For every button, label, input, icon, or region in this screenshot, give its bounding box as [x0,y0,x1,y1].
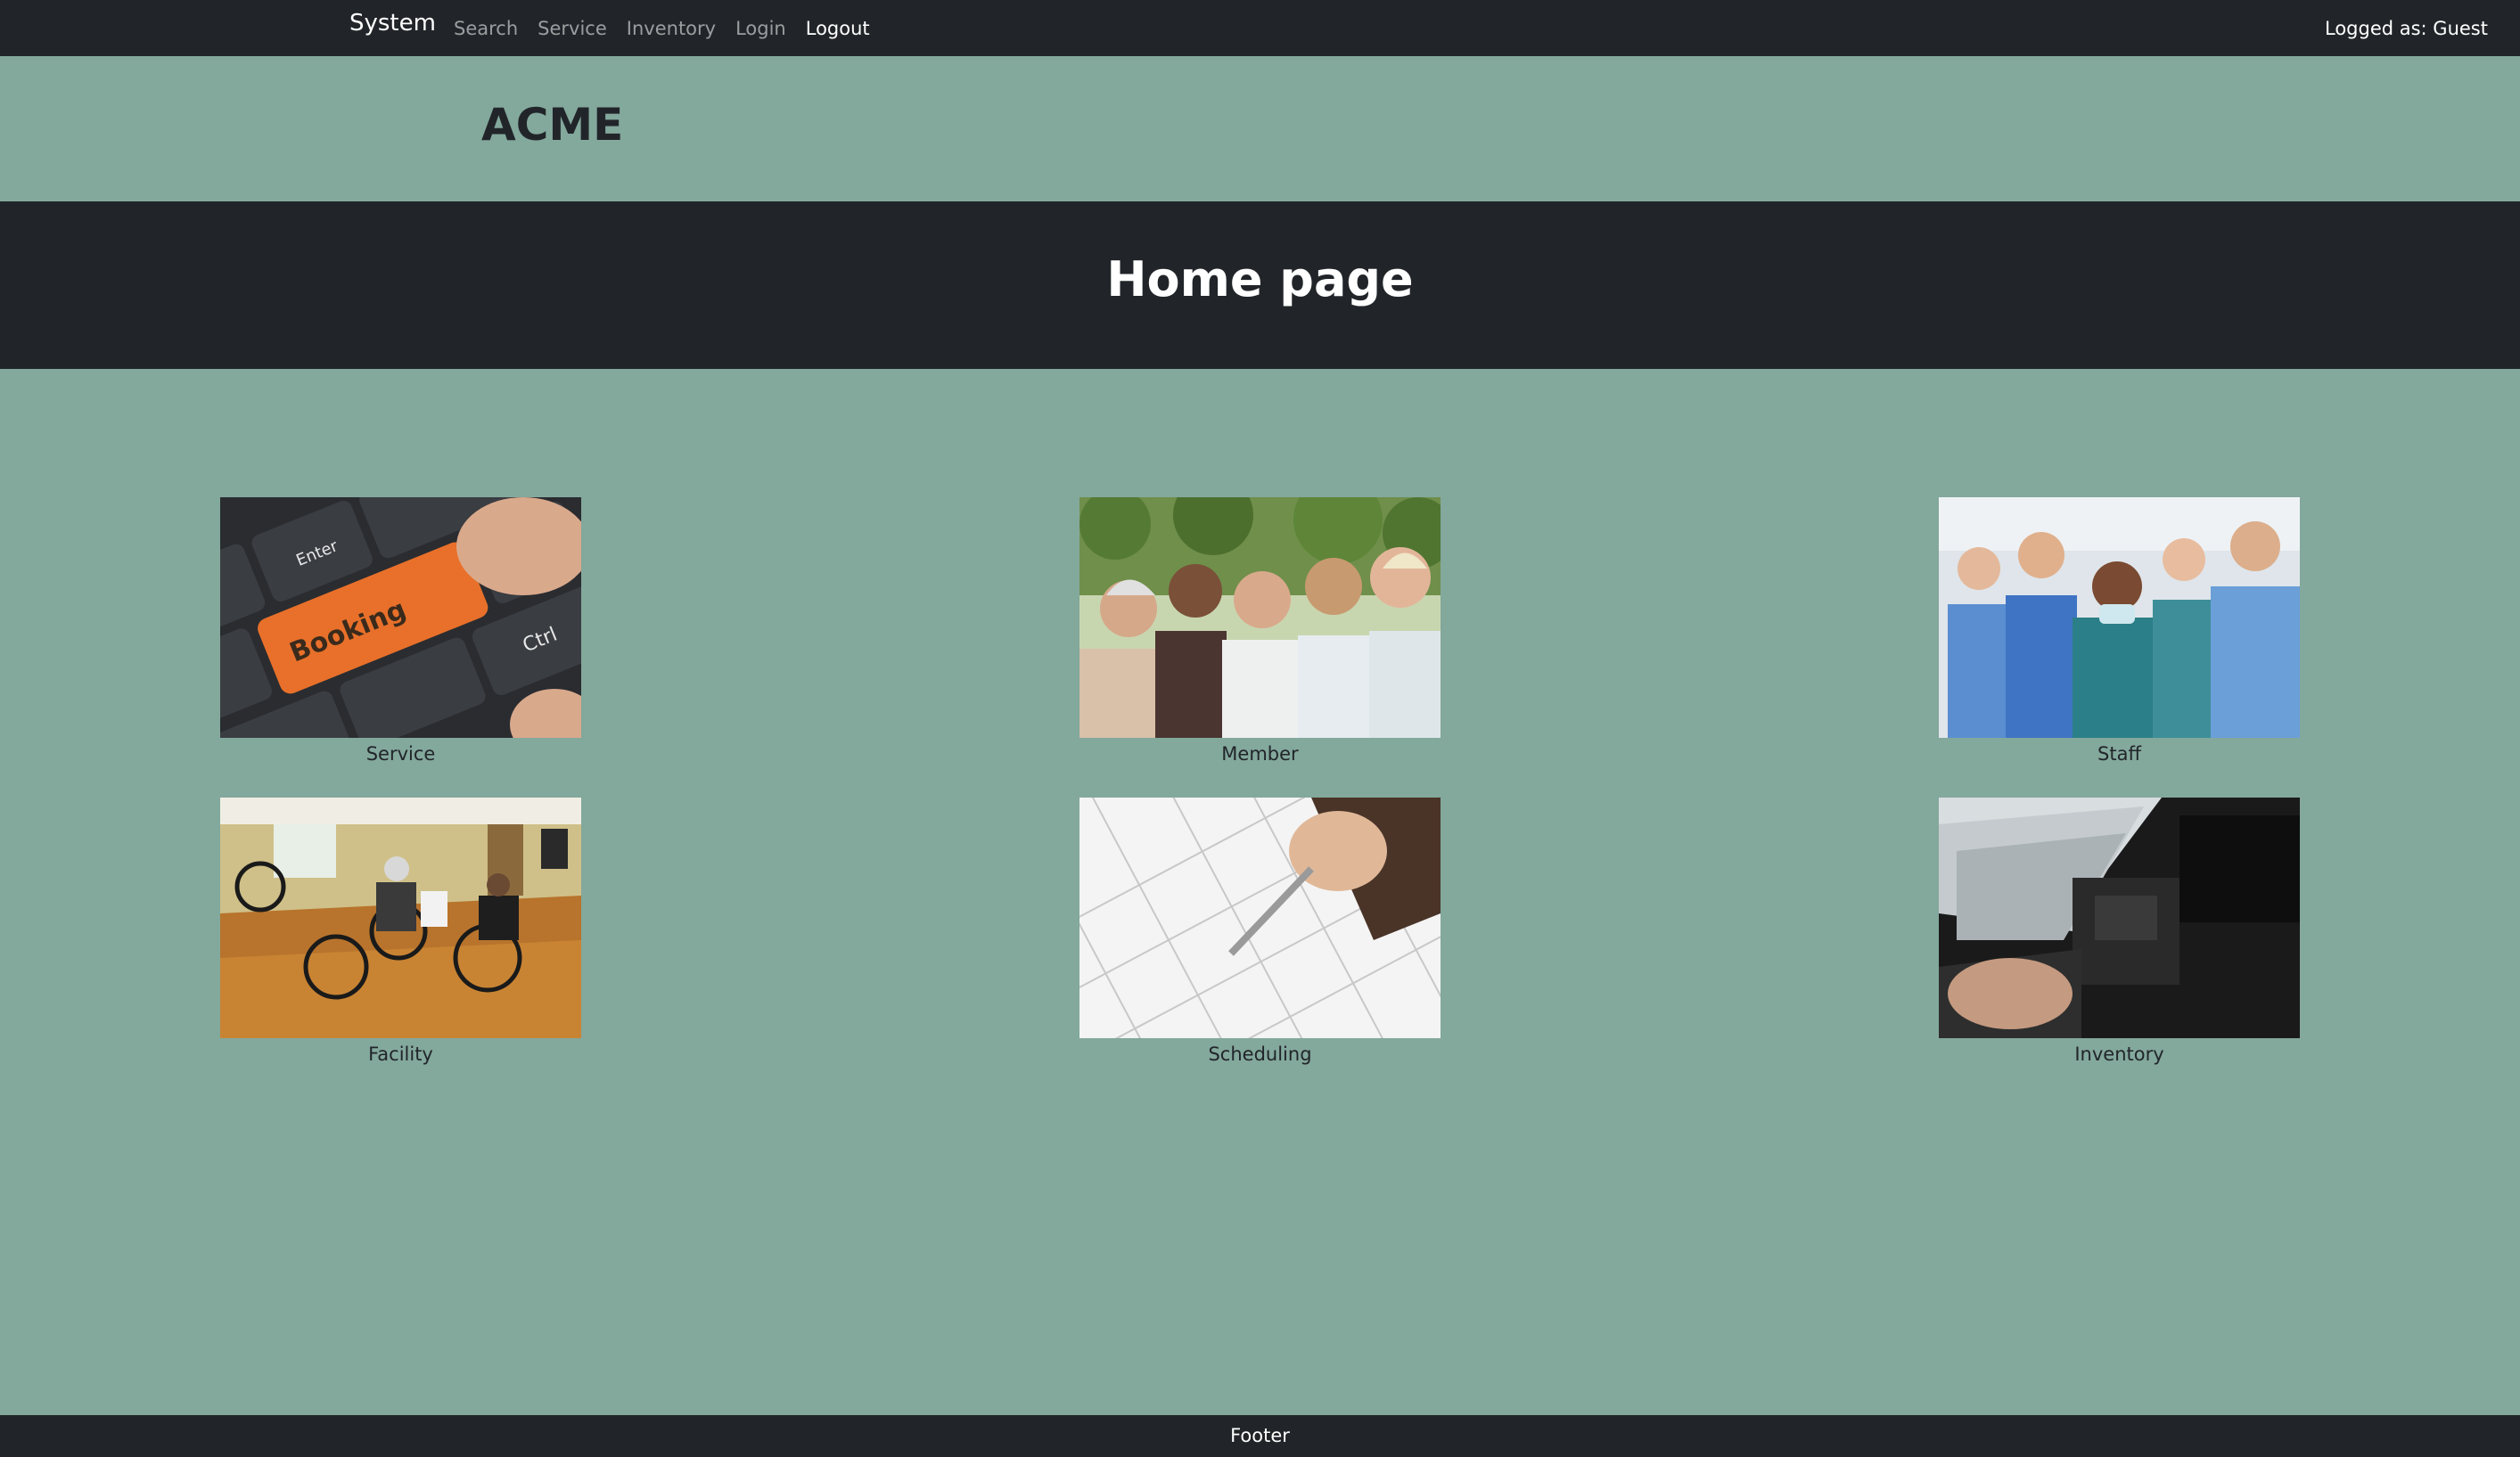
site-header: ACME [0,56,2520,201]
nav-link-inventory[interactable]: Inventory [627,18,716,39]
tile-member[interactable]: Member [1079,497,1441,766]
tile-caption-member[interactable]: Member [1079,741,1441,766]
nav-link-login[interactable]: Login [735,18,786,39]
page-title: Home page [1106,251,1414,307]
medical-staff-photo [1939,497,2300,738]
site-name: ACME [481,99,624,151]
calendar-pen-photo [1079,798,1441,1038]
medication-dispenser-photo [1939,798,2300,1038]
nav-links: Search Service Inventory Login Logout [454,12,890,45]
service-image[interactable]: Booking Enter Ctrl [220,497,581,738]
tile-caption-staff[interactable]: Staff [1939,741,2300,766]
nav-link-logout[interactable]: Logout [806,18,870,39]
tile-inventory[interactable]: Inventory [1939,798,2300,1067]
tile-caption-service[interactable]: Service [220,741,581,766]
footer-text: Footer [1230,1425,1290,1446]
hero-banner: Home page [0,201,2520,369]
tile-facility[interactable]: Facility [220,798,581,1067]
tile-caption-scheduling[interactable]: Scheduling [1079,1042,1441,1067]
inventory-image[interactable] [1939,798,2300,1038]
tile-caption-facility[interactable]: Facility [220,1042,581,1067]
top-navbar: System Search Service Inventory Login Lo… [0,0,2520,56]
tile-caption-inventory[interactable]: Inventory [1939,1042,2300,1067]
facility-image[interactable] [220,798,581,1038]
member-image[interactable] [1079,497,1441,738]
care-facility-photo [220,798,581,1038]
scheduling-image[interactable] [1079,798,1441,1038]
tile-scheduling[interactable]: Scheduling [1079,798,1441,1067]
nav-link-service[interactable]: Service [538,18,607,39]
keyboard-booking-image: Booking Enter Ctrl [220,497,581,738]
staff-image[interactable] [1939,497,2300,738]
tile-service[interactable]: Booking Enter Ctrl Service [220,497,581,766]
page-footer: Footer [0,1415,2520,1457]
navbar-brand[interactable]: System [349,10,436,37]
nav-link-search[interactable]: Search [454,18,518,39]
seniors-group-photo [1079,497,1441,738]
tile-staff[interactable]: Staff [1939,497,2300,766]
logged-user-status: Logged as: Guest [2324,18,2488,39]
